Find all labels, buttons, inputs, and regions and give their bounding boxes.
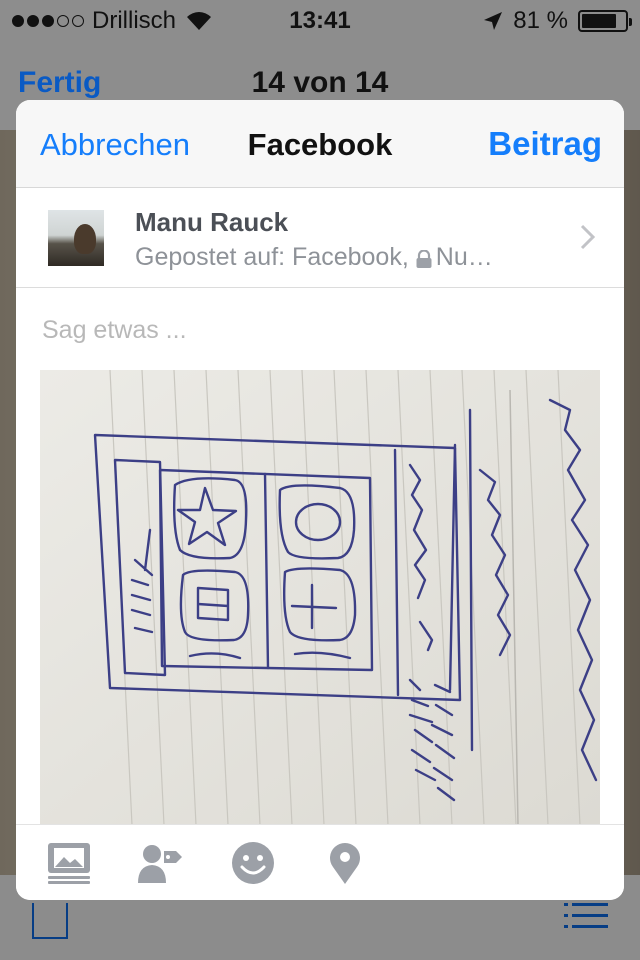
chevron-right-icon [580, 224, 596, 250]
battery-icon [578, 10, 632, 32]
attached-photo [40, 370, 600, 825]
lock-icon [416, 249, 432, 268]
location-arrow-icon [484, 12, 503, 30]
sheet-header: Abbrechen Facebook Beitrag [16, 100, 624, 188]
cancel-button[interactable]: Abbrechen [40, 127, 190, 163]
facebook-share-sheet: Abbrechen Facebook Beitrag Manu Rauck Ge… [16, 100, 624, 900]
battery-percentage: 81 % [513, 7, 568, 34]
feeling-icon[interactable] [230, 841, 276, 885]
photo-counter: 14 von 14 [251, 66, 389, 99]
account-row[interactable]: Manu Rauck Gepostet auf: Facebook, Nu… [16, 188, 624, 288]
posted-to-label: Gepostet auf: Facebook, Nu… [135, 243, 493, 272]
compose-input[interactable]: Sag etwas ... [42, 316, 187, 345]
post-button[interactable]: Beitrag [488, 125, 602, 163]
tag-friends-icon[interactable] [136, 841, 182, 885]
account-name: Manu Rauck [135, 207, 289, 237]
status-bar: Drillisch 13:41 81 % [0, 0, 640, 40]
location-icon[interactable] [322, 841, 368, 885]
audience-text: Nu… [435, 243, 493, 271]
posted-to-text: Gepostet auf: Facebook, [135, 243, 409, 271]
sketch-image [40, 370, 600, 825]
avatar [48, 210, 104, 266]
album-icon[interactable] [46, 841, 92, 885]
sheet-toolbar [16, 824, 624, 900]
